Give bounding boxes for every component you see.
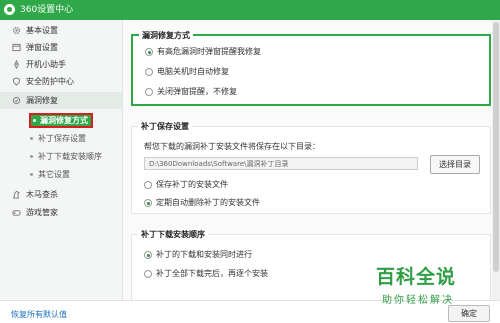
section-title: 补丁下载安装顺序 xyxy=(138,229,208,240)
sidebar-item-label: 安全防护中心 xyxy=(26,77,74,86)
sidebar-item-vulnerability-fix[interactable]: 漏洞修复 xyxy=(0,92,122,109)
radio-label: 保存补丁的安装文件 xyxy=(156,180,228,189)
rocket-icon xyxy=(14,60,19,69)
radio-label: 补丁全部下载完后，再逐个安装 xyxy=(156,269,268,278)
sidebar-item-label: 弹窗设置 xyxy=(26,43,58,52)
radio-button[interactable] xyxy=(145,68,153,76)
window-title: 360设置中心 xyxy=(20,5,74,15)
sidebar-item-label: 开机小助手 xyxy=(26,60,66,69)
radio-label: 电脑关机时自动修复 xyxy=(157,67,229,76)
wrench-icon xyxy=(12,96,21,105)
gear-icon xyxy=(12,26,21,35)
vertical-scrollbar[interactable] xyxy=(492,20,500,300)
scrollbar-thumb[interactable] xyxy=(493,22,499,272)
sidebar-item-trojan-scan[interactable]: 木马查杀 xyxy=(0,186,122,203)
radio-button[interactable] xyxy=(145,88,153,96)
title-bar: 360设置中心 xyxy=(0,0,500,20)
bullet-icon xyxy=(30,137,33,140)
sidebar-item-basic-settings[interactable]: 基本设置 xyxy=(0,22,122,39)
sidebar-item-label: 游戏管家 xyxy=(26,208,58,217)
section-title: 漏洞修复方式 xyxy=(139,30,193,41)
sidebar-item-label: 木马查杀 xyxy=(26,190,58,199)
path-description: 帮您下载的漏洞补丁安装文件将保存在以下目录： xyxy=(144,142,320,151)
confirm-button[interactable]: 确定 xyxy=(448,305,490,322)
sidebar-subitem-install-order[interactable]: 补丁下载安装顺序 xyxy=(0,148,122,165)
app-logo-icon xyxy=(4,4,15,15)
section-patch-save: 补丁保存设置 帮您下载的漏洞补丁安装文件将保存在以下目录： D:\360Down… xyxy=(131,121,491,214)
radio-button[interactable] xyxy=(144,270,152,278)
sidebar-item-popup-settings[interactable]: 弹窗设置 xyxy=(0,39,122,56)
window-icon xyxy=(12,43,21,52)
watermark-logo: 百科全说 助你轻松解决 xyxy=(370,262,500,306)
sidebar-subitem-label: 其它设置 xyxy=(38,170,70,179)
settings-content: 漏洞修复方式 有高危漏洞时弹窗提醒我修复 电脑关机时自动修复 关闭弹窗提醒，不修… xyxy=(123,20,500,304)
sidebar-item-boot-assistant[interactable]: 开机小助手 xyxy=(0,56,122,73)
horse-icon xyxy=(13,190,20,199)
watermark-title: 百科全说 xyxy=(376,266,457,288)
radio-label: 关闭弹窗提醒，不修复 xyxy=(157,87,237,96)
sidebar-item-label: 漏洞修复 xyxy=(26,96,58,105)
sidebar-subitem-label: 补丁下载安装顺序 xyxy=(38,152,102,161)
radio-button[interactable] xyxy=(144,181,152,189)
sidebar-item-game-manager[interactable]: 游戏管家 xyxy=(0,204,122,221)
radio-button-checked[interactable] xyxy=(144,251,152,259)
restore-defaults-link[interactable]: 恢复所有默认值 xyxy=(11,309,67,320)
sidebar: 基本设置 弹窗设置 开机小助手 安全防护中心 漏洞修复 漏洞修复方式 补丁保存设… xyxy=(0,20,123,300)
section-fix-mode: 漏洞修复方式 有高危漏洞时弹窗提醒我修复 电脑关机时自动修复 关闭弹窗提醒，不修… xyxy=(131,30,491,106)
gamepad-icon xyxy=(12,210,21,216)
radio-button-checked[interactable] xyxy=(144,199,152,207)
bullet-icon xyxy=(30,173,33,176)
patch-path-field[interactable]: D:\360Downloads\Software\漏洞补丁目录 xyxy=(144,157,418,170)
sidebar-item-security-center[interactable]: 安全防护中心 xyxy=(0,73,122,90)
watermark-subtitle: 助你轻松解决 xyxy=(382,295,454,306)
sidebar-subitem-fix-mode[interactable]: 漏洞修复方式 xyxy=(0,112,122,129)
radio-button-checked[interactable] xyxy=(145,48,153,56)
radio-label: 定期自动删除补丁的安装文件 xyxy=(156,198,260,207)
radio-label: 补丁的下载和安装同时进行 xyxy=(156,250,252,259)
bullet-icon xyxy=(33,119,36,122)
sidebar-subitem-patch-save[interactable]: 补丁保存设置 xyxy=(0,130,122,147)
section-title: 补丁保存设置 xyxy=(138,121,192,132)
browse-directory-button[interactable]: 选择目录 xyxy=(430,155,480,174)
bullet-icon xyxy=(30,155,33,158)
sidebar-subitem-other-settings[interactable]: 其它设置 xyxy=(0,166,122,183)
shield-icon xyxy=(12,77,21,86)
sidebar-item-label: 基本设置 xyxy=(26,26,58,35)
radio-label: 有高危漏洞时弹窗提醒我修复 xyxy=(157,47,261,56)
sidebar-subitem-label: 补丁保存设置 xyxy=(38,134,86,143)
sidebar-subitem-label: 漏洞修复方式 xyxy=(40,116,88,125)
